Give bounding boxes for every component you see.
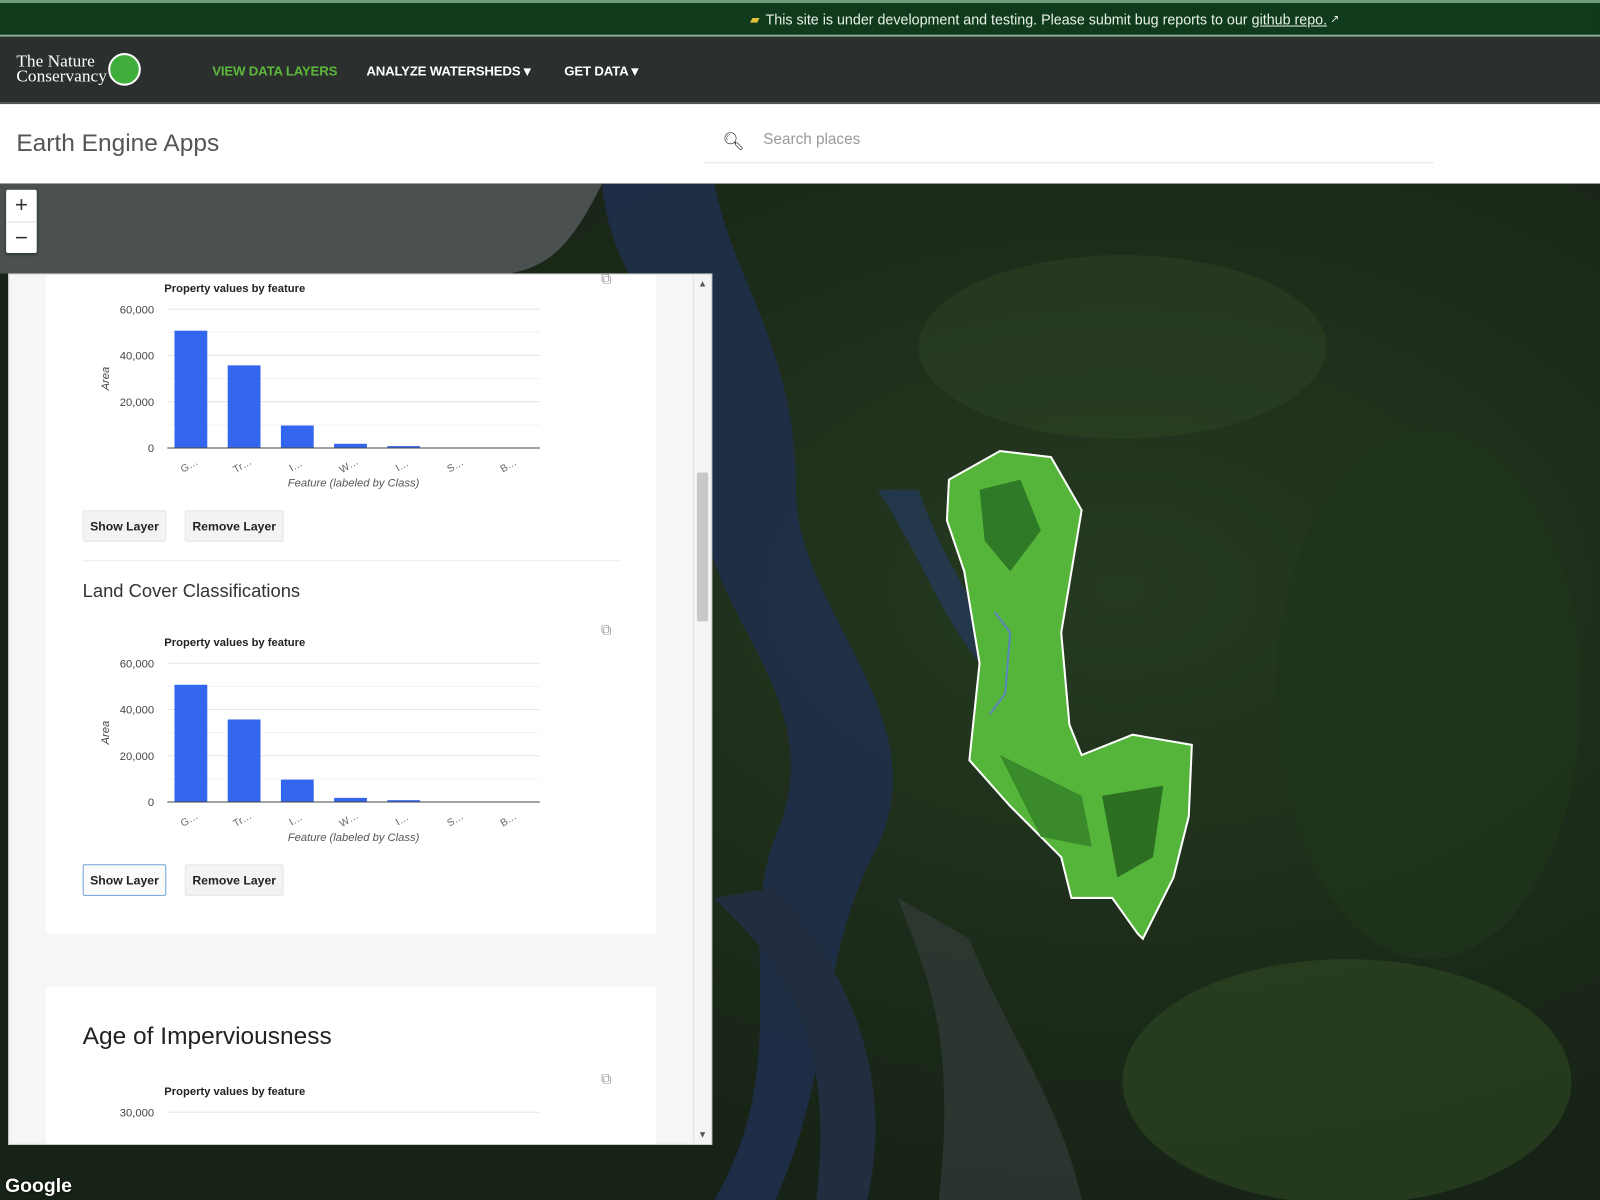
external-link-icon[interactable]: ⧉ (601, 1070, 611, 1087)
x-tick-label: B… (499, 811, 519, 829)
google-attribution: Google (5, 1175, 72, 1197)
app-header: Earth Engine Apps 🔍︎ (0, 104, 1600, 184)
y-axis-label: Area (100, 367, 112, 392)
divider (82, 560, 620, 562)
y-tick-label: 20,000 (120, 397, 154, 409)
x-tick-label: B… (499, 457, 519, 475)
data-layers-panel[interactable]: ⧉ Property values by feature 60,000 40,000… (8, 273, 713, 1145)
external-link-icon: ↗ (1330, 13, 1340, 26)
x-tick-label: I… (288, 458, 305, 474)
external-link-icon[interactable]: ⧉ (601, 621, 611, 638)
section-title: Land Cover Classifications (82, 580, 301, 602)
x-axis-label: Feature (labeled by Class) (288, 478, 420, 490)
nav-view-data-layers[interactable]: VIEW DATA LAYERS (212, 63, 337, 78)
chart-title: Property values by feature (164, 283, 305, 295)
y-tick-label: 0 (148, 797, 154, 809)
x-tick-label: S… (446, 457, 466, 475)
bar (280, 425, 314, 448)
chart-2: Property values by feature 60,000 40,000 20… (100, 637, 540, 844)
y-tick-label: 20,000 (120, 751, 154, 763)
search-box: 🔍︎ (704, 122, 1434, 164)
x-tick-label: I… (394, 812, 411, 828)
y-tick-label: 40,000 (120, 705, 154, 717)
globe-logo-icon (108, 53, 141, 86)
scrollbar-thumb[interactable] (696, 472, 709, 622)
chart-1: Property values by feature 60,000 40,000 20… (100, 283, 540, 490)
scroll-down-arrow-icon[interactable]: ▼ (698, 1130, 707, 1140)
x-tick-label: G… (179, 457, 200, 476)
scroll-up-arrow-icon[interactable]: ▲ (698, 279, 707, 289)
y-tick-label: 0 (148, 443, 154, 455)
github-link[interactable]: github repo. (1252, 11, 1327, 27)
remove-layer-button[interactable]: Remove Layer (184, 864, 284, 896)
y-tick-label: 30,000 (120, 1107, 154, 1119)
x-axis-label: Feature (labeled by Class) (288, 832, 420, 844)
external-link-icon[interactable]: ⧉ (601, 274, 611, 287)
zoom-out-button[interactable]: − (6, 221, 37, 253)
banner-text: This site is under development and testi… (765, 10, 1248, 28)
search-icon: 🔍︎ (722, 131, 745, 152)
bar (334, 443, 367, 448)
show-layer-button[interactable]: Show Layer (82, 864, 167, 896)
x-tick-label: W… (338, 456, 361, 475)
nav-analyze-watersheds[interactable]: ANALYZE WATERSHEDS ▾ (366, 63, 530, 79)
bar (280, 779, 314, 803)
scrollbar[interactable]: ▲ ▼ (692, 274, 712, 1144)
bar (174, 330, 208, 448)
dev-banner: ▰ This site is under development and tes… (0, 0, 1600, 37)
x-tick-label: W… (338, 811, 361, 830)
top-nav: The Nature Conservancy VIEW DATA LAYERS A… (0, 36, 1600, 105)
page-title: Earth Engine Apps (16, 129, 220, 158)
bar (334, 797, 367, 803)
bar (227, 365, 261, 448)
nature-conservancy-logo[interactable]: The Nature Conservancy (16, 51, 144, 92)
nav-get-data[interactable]: GET DATA ▾ (564, 63, 638, 79)
zoom-control: + − (6, 189, 37, 254)
search-input[interactable] (763, 130, 1376, 148)
bar (174, 684, 208, 803)
chart-3: Property values by feature 30,000 (120, 1086, 540, 1119)
y-axis-label: Area (100, 721, 112, 746)
x-tick-label: Tr… (232, 811, 254, 830)
x-tick-label: S… (446, 811, 466, 829)
y-tick-label: 60,000 (120, 658, 154, 670)
y-tick-label: 60,000 (120, 304, 154, 316)
x-tick-label: I… (288, 812, 305, 828)
y-tick-label: 40,000 (120, 351, 154, 363)
chart-title: Property values by feature (164, 1086, 305, 1098)
x-tick-label: I… (394, 458, 411, 474)
remove-layer-button[interactable]: Remove Layer (184, 510, 284, 542)
section-title: Age of Imperviousness (82, 1022, 332, 1050)
x-tick-label: Tr… (232, 457, 254, 476)
x-tick-label: G… (179, 811, 200, 830)
bar (227, 719, 261, 803)
show-layer-button[interactable]: Show Layer (82, 510, 167, 542)
zoom-in-button[interactable]: + (6, 190, 37, 222)
chart-title: Property values by feature (164, 637, 305, 649)
construction-flag-icon: ▰ (749, 11, 760, 27)
